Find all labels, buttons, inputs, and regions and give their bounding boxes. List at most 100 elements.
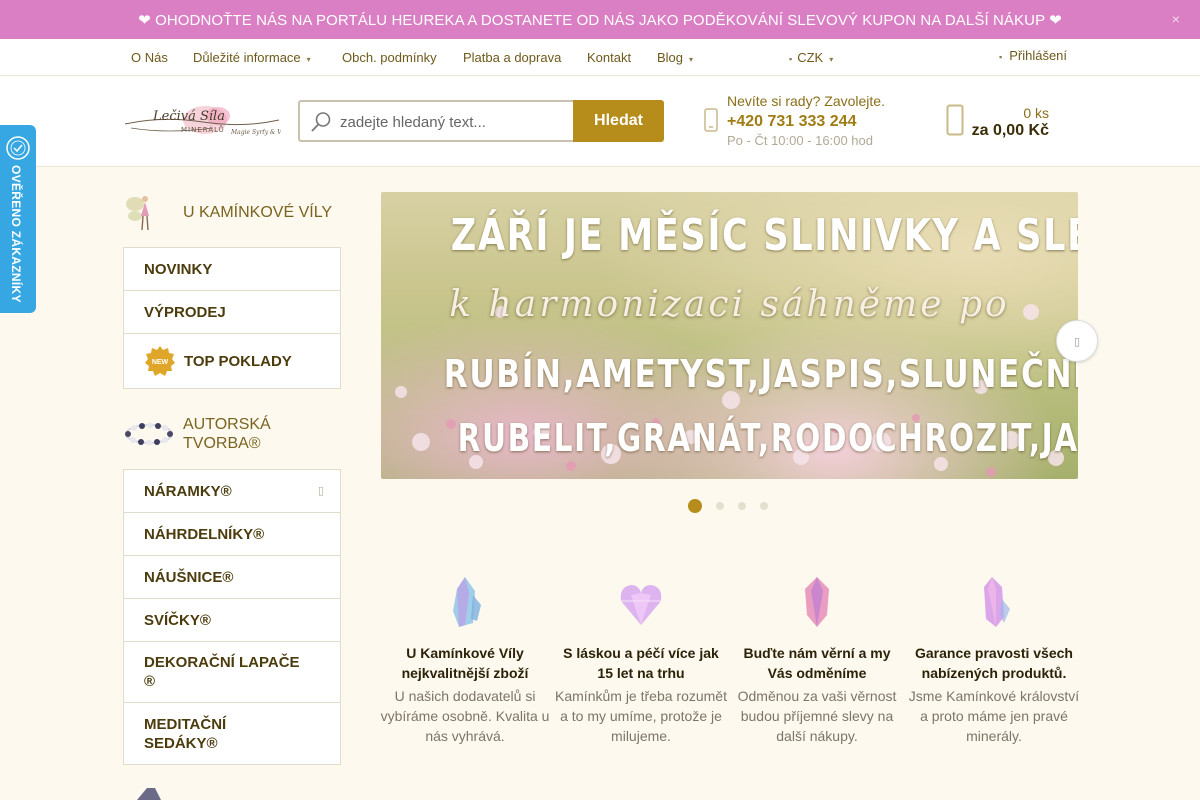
- contact-hours: Po - Čt 10:00 - 16:00 hod: [727, 133, 873, 148]
- sidebar-item-svicky[interactable]: SVÍČKY®: [124, 599, 340, 642]
- nav-blog[interactable]: Blog ▾: [657, 50, 693, 65]
- sidebar-item-label: NÁRAMKY®: [144, 482, 232, 500]
- search-form: Hledat: [298, 100, 664, 142]
- cart-button[interactable]: 0 ks za 0,00 Kč: [944, 100, 1054, 144]
- sidebar-item-label: NOVINKY: [144, 260, 213, 278]
- benefit-description: Kamínkům je třeba rozumět a to my umíme,…: [555, 688, 727, 744]
- logo-graphic: Lečivá Síla MINERÁLŮ Magie Syrťy & Víly: [124, 106, 289, 136]
- benefit-quality: U Kamínkové Víly nejkvalitnější zboží U …: [379, 575, 551, 746]
- cart-icon: [946, 104, 964, 136]
- slider-dot-4[interactable]: [760, 502, 768, 510]
- benefit-title: U Kamínkové Víly nejkvalitnější zboží: [401, 645, 529, 681]
- sidebar-item-label: SVÍČKY®: [144, 611, 211, 629]
- banner-stones-line-2: RUBELIT,GRANÁT,RODOCHROZIT,JADEIT,OLIVÍN: [457, 416, 1078, 460]
- banner-stones-line-1: RUBÍN,AMETYST,JASPIS,SLUNEČNÍ KÁMEN: [443, 352, 1078, 396]
- sidebar-menu-autorska: NÁRAMKY® ▯ NÁHRDELNÍKY® NÁUŠNICE® SVÍČKY…: [123, 469, 341, 765]
- slider-dot-3[interactable]: [738, 502, 746, 510]
- chevron-down-icon: ▾: [829, 55, 834, 64]
- verified-seal-icon: [6, 136, 30, 160]
- crystal-cluster-icon: [379, 575, 551, 631]
- nav-o-nas[interactable]: O Nás: [131, 50, 168, 65]
- sidebar-item-dekoracni-lapace[interactable]: DEKORAČNÍ LAPAČE ®: [124, 642, 340, 703]
- sidebar-item-nausnice[interactable]: NÁUŠNICE®: [124, 556, 340, 599]
- sidebar-item-meditacni-sedaky[interactable]: MEDITAČNÍ SEDÁKY®: [124, 703, 340, 764]
- bracelet-icon: [125, 422, 173, 446]
- sidebar-item-label: NÁUŠNICE®: [144, 568, 234, 586]
- currency-icon: ▪: [789, 54, 793, 64]
- currency-label: CZK: [797, 50, 824, 65]
- new-badge-icon: NEW: [145, 346, 175, 376]
- sidebar-item-vyprodej[interactable]: VÝPRODEJ: [124, 291, 340, 334]
- slider-dots: [688, 499, 782, 513]
- benefit-title: Garance pravosti všech nabízených produk…: [915, 645, 1073, 681]
- benefit-description: Jsme Kamínkové království a proto máme j…: [908, 688, 1080, 744]
- chevron-down-icon: ▾: [689, 55, 694, 64]
- svg-text:Magie Syrťy & Víly: Magie Syrťy & Víly: [230, 129, 281, 136]
- login-link[interactable]: ▪ Přihlášení: [999, 48, 1067, 63]
- promo-text: ❤ OHODNOŤTE NÁS NA PORTÁLU HEUREKA A DOS…: [138, 11, 1062, 29]
- slider-next-button[interactable]: ▯: [1056, 320, 1098, 362]
- nav-label: Důležité informace: [193, 50, 301, 65]
- sidebar-item-top-poklady[interactable]: NEW TOP POKLADY: [124, 334, 340, 388]
- search-button[interactable]: Hledat: [573, 100, 664, 142]
- contact-question: Nevíte si rady? Zavolejte.: [727, 93, 885, 109]
- pink-crystal-icon: [731, 575, 903, 631]
- sidebar-menu-primary: NOVINKY VÝPRODEJ NEW TOP POKLADY: [123, 247, 341, 389]
- heart-crystal-icon: [555, 575, 727, 631]
- top-navigation: O Nás Důležité informace ▾ Obch. podmínky…: [0, 39, 1200, 76]
- benefit-description: U našich dodavatelů si vybíráme osobně. …: [380, 688, 550, 744]
- banner-headline: ZÁŘÍ JE MĚSÍC SLINIVKY A SLEZINY: [450, 210, 1078, 261]
- sidebar-next-section-icon: [137, 788, 161, 800]
- benefit-title: Buďte nám věrní a my Vás odměníme: [743, 645, 891, 681]
- currency-selector[interactable]: ▪ CZK ▾: [789, 50, 833, 65]
- nav-dulezite-informace[interactable]: Důležité informace ▾: [193, 50, 311, 65]
- submenu-arrow-icon: ▯: [317, 485, 324, 497]
- nav-platba-doprava[interactable]: Platba a doprava: [463, 50, 561, 65]
- amethyst-crystal-icon: [908, 575, 1080, 631]
- sidebar-section-title: AUTORSKÁ TVORBA®: [183, 416, 271, 452]
- new-badge-label: NEW: [152, 359, 169, 366]
- chevron-right-icon: ▯: [1073, 335, 1081, 348]
- slider-dot-1[interactable]: [688, 499, 702, 513]
- cart-total: za 0,00 Kč: [971, 122, 1049, 139]
- nav-label: Blog: [657, 50, 684, 65]
- benefit-experience: S láskou a péčí více jak 15 let na trhu …: [555, 575, 727, 746]
- svg-text:Lečivá Síla: Lečivá Síla: [152, 109, 225, 124]
- nav-kontakt[interactable]: Kontakt: [587, 50, 631, 65]
- sidebar-item-label: MEDITAČNÍ SEDÁKY®: [144, 715, 227, 752]
- sidebar-item-naramky[interactable]: NÁRAMKY® ▯: [124, 470, 340, 513]
- close-icon[interactable]: ×: [1172, 11, 1180, 27]
- slider-dot-2[interactable]: [716, 502, 724, 510]
- sidebar-section-title: U KAMÍNKOVÉ VÍLY: [183, 203, 333, 221]
- verified-text: OVĚŘENO ZÁKAZNÍKY: [9, 165, 23, 303]
- benefit-title: S láskou a péčí více jak 15 let na trhu: [563, 645, 719, 681]
- fairy-icon: [126, 196, 149, 231]
- benefit-description: Odměnou za vaši věrnost budou příjemné s…: [737, 688, 897, 744]
- search-box: [298, 100, 574, 142]
- site-header: Lečivá Síla MINERÁLŮ Magie Syrťy & Víly …: [0, 76, 1200, 167]
- sidebar-section-kaminkove-vily[interactable]: U KAMÍNKOVÉ VÍLY: [123, 190, 332, 234]
- sidebar-item-nahrdelniky[interactable]: NÁHRDELNÍKY®: [124, 513, 340, 556]
- benefit-loyalty: Buďte nám věrní a my Vás odměníme Odměno…: [731, 575, 903, 746]
- search-input[interactable]: [340, 111, 568, 133]
- sidebar-item-label: NÁHRDELNÍKY®: [144, 525, 265, 543]
- contact-info: Nevíte si rady? Zavolejte. +420 731 333 …: [704, 92, 904, 152]
- sidebar-item-label: VÝPRODEJ: [144, 303, 226, 321]
- sidebar-section-autorska-tvorba[interactable]: AUTORSKÁ TVORBA®: [123, 412, 293, 456]
- sidebar-item-label: DEKORAČNÍ LAPAČE ®: [144, 654, 300, 690]
- sidebar-item-novinky[interactable]: NOVINKY: [124, 248, 340, 291]
- site-logo[interactable]: Lečivá Síla MINERÁLŮ Magie Syrťy & Víly: [123, 98, 289, 146]
- verified-customers-badge[interactable]: OVĚŘENO ZÁKAZNÍKY: [0, 125, 36, 313]
- sidebar-item-label: TOP POKLADY: [184, 352, 292, 370]
- nav-obch-podminky[interactable]: Obch. podmínky: [342, 50, 437, 65]
- banner-subheadline: k harmonizaci sáhněme po: [449, 284, 1010, 325]
- promo-bar: ❤ OHODNOŤTE NÁS NA PORTÁLU HEUREKA A DOS…: [0, 0, 1200, 39]
- user-icon: ▪: [999, 52, 1003, 62]
- login-label: Přihlášení: [1009, 48, 1068, 63]
- hero-banner[interactable]: ZÁŘÍ JE MĚSÍC SLINIVKY A SLEZINY k harmo…: [381, 192, 1078, 479]
- benefit-authenticity: Garance pravosti všech nabízených produk…: [908, 575, 1080, 746]
- search-icon: [311, 112, 331, 132]
- cart-count: 0 ks: [1023, 105, 1049, 121]
- chevron-down-icon: ▾: [306, 55, 311, 64]
- contact-phone[interactable]: +420 731 333 244: [727, 113, 856, 131]
